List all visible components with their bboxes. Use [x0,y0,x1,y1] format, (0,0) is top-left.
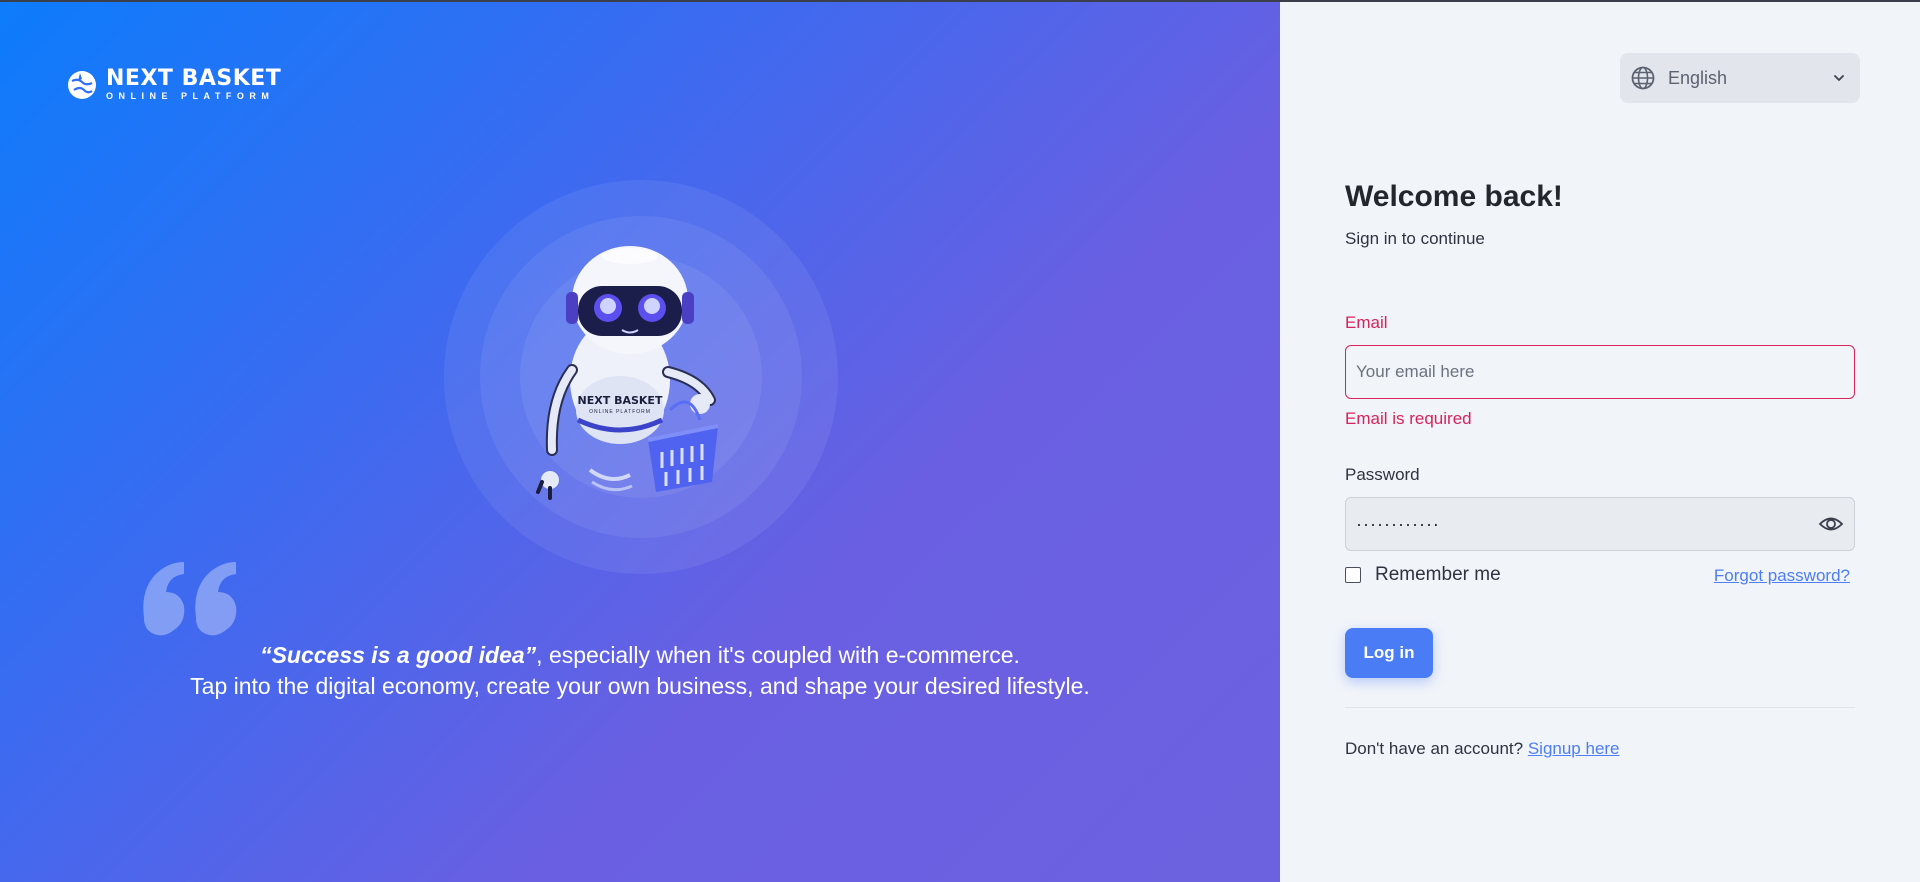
remember-me[interactable]: Remember me [1345,564,1501,586]
quote-line-2: Tap into the digital economy, create you… [190,673,1090,699]
chevron-down-icon [1834,75,1844,81]
brand-tagline: ONLINE PLATFORM [106,91,275,101]
email-error-message: Email is required [1345,409,1472,428]
forgot-password-link[interactable]: Forgot password? [1714,566,1850,586]
robot-mascot-illustration: NEXT BASKET ONLINE PLATFORM [536,246,719,500]
password-masked-value: ············ [1356,513,1440,534]
divider [1345,707,1855,708]
window-top-border [0,0,1920,2]
login-panel: English Welcome back! Sign in to continu… [1280,2,1920,882]
language-select[interactable]: English [1620,53,1860,103]
login-button[interactable]: Log in [1345,628,1433,678]
hero-quote: “Success is a good idea”, especially whe… [142,640,1138,702]
password-label: Password [1345,465,1420,484]
signup-prompt: Don't have an account? Signup here [1345,739,1620,759]
signup-prompt-text: Don't have an account? [1345,739,1524,758]
email-field-wrapper [1345,345,1855,399]
globe-icon [1631,66,1655,90]
brand-logo: NEXT BASKET ONLINE PLATFORM [66,68,281,101]
page-title: Welcome back! [1345,180,1563,213]
brand-name: NEXT BASKET [106,66,282,91]
show-password-icon[interactable] [1818,511,1844,537]
page-subtitle: Sign in to continue [1345,229,1485,248]
email-field[interactable] [1356,362,1844,382]
language-selected: English [1668,67,1728,88]
svg-text:NEXT BASKET: NEXT BASKET [578,394,663,407]
signup-link[interactable]: Signup here [1528,739,1620,758]
password-field[interactable]: ············ [1345,497,1855,551]
hero-panel: NEXT BASKET ONLINE PLATFORM NEXT BASKET … [0,2,1280,882]
email-label: Email [1345,313,1388,332]
remember-me-checkbox[interactable] [1345,567,1361,583]
quote-highlight: “Success is a good idea” [260,642,537,668]
svg-text:ONLINE PLATFORM: ONLINE PLATFORM [589,409,651,415]
globe-logo-icon [68,70,96,99]
remember-me-label: Remember me [1375,564,1501,585]
quote-mark-icon [143,562,237,636]
quote-rest: , especially when it's coupled with e-co… [536,642,1020,668]
